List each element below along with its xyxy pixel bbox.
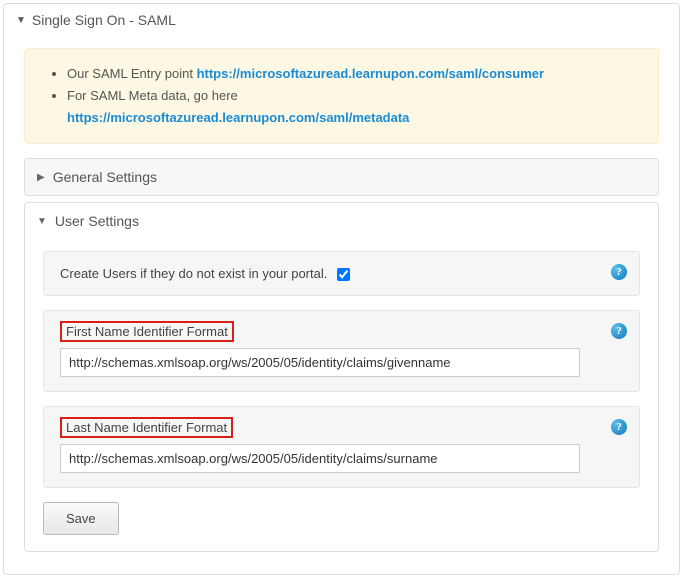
user-settings-header[interactable]: ▼ User Settings <box>25 203 658 239</box>
collapse-triangle-icon: ▼ <box>37 216 47 227</box>
info-line-2-text: For SAML Meta data, go here <box>67 88 238 103</box>
user-settings-title: User Settings <box>55 213 139 229</box>
create-users-label: Create Users if they do not exist in you… <box>60 266 327 281</box>
panel-body: Our SAML Entry point https://microsoftaz… <box>4 36 679 574</box>
collapse-triangle-icon: ▼ <box>16 15 26 26</box>
first-name-label: First Name Identifier Format <box>60 321 234 342</box>
help-icon[interactable]: ? <box>611 419 627 435</box>
info-line-1: Our SAML Entry point https://microsoftaz… <box>67 63 640 85</box>
general-settings-title: General Settings <box>53 169 157 185</box>
general-settings-section: ▶ General Settings <box>24 158 659 196</box>
user-settings-section: ▼ User Settings Create Users if they do … <box>24 202 659 552</box>
first-name-row: First Name Identifier Format ? <box>43 310 640 392</box>
create-users-checkbox[interactable] <box>337 268 350 281</box>
info-line-2: For SAML Meta data, go here https://micr… <box>67 85 640 129</box>
page-title-header[interactable]: ▼ Single Sign On - SAML <box>4 4 679 36</box>
general-settings-header[interactable]: ▶ General Settings <box>25 159 658 195</box>
saml-metadata-link[interactable]: https://microsoftazuread.learnupon.com/s… <box>67 110 409 125</box>
last-name-row: Last Name Identifier Format ? <box>43 406 640 488</box>
page-title: Single Sign On - SAML <box>32 12 176 28</box>
sso-saml-panel: ▼ Single Sign On - SAML Our SAML Entry p… <box>3 3 680 575</box>
saml-entry-point-link[interactable]: https://microsoftazuread.learnupon.com/s… <box>197 66 544 81</box>
save-button[interactable]: Save <box>43 502 119 535</box>
last-name-identifier-input[interactable] <box>60 444 580 473</box>
info-line-1-text: Our SAML Entry point <box>67 66 197 81</box>
first-name-identifier-input[interactable] <box>60 348 580 377</box>
expand-triangle-icon: ▶ <box>37 172 45 183</box>
help-icon[interactable]: ? <box>611 264 627 280</box>
help-icon[interactable]: ? <box>611 323 627 339</box>
create-users-row: Create Users if they do not exist in you… <box>43 251 640 296</box>
last-name-label: Last Name Identifier Format <box>60 417 233 438</box>
info-callout: Our SAML Entry point https://microsoftaz… <box>24 48 659 144</box>
